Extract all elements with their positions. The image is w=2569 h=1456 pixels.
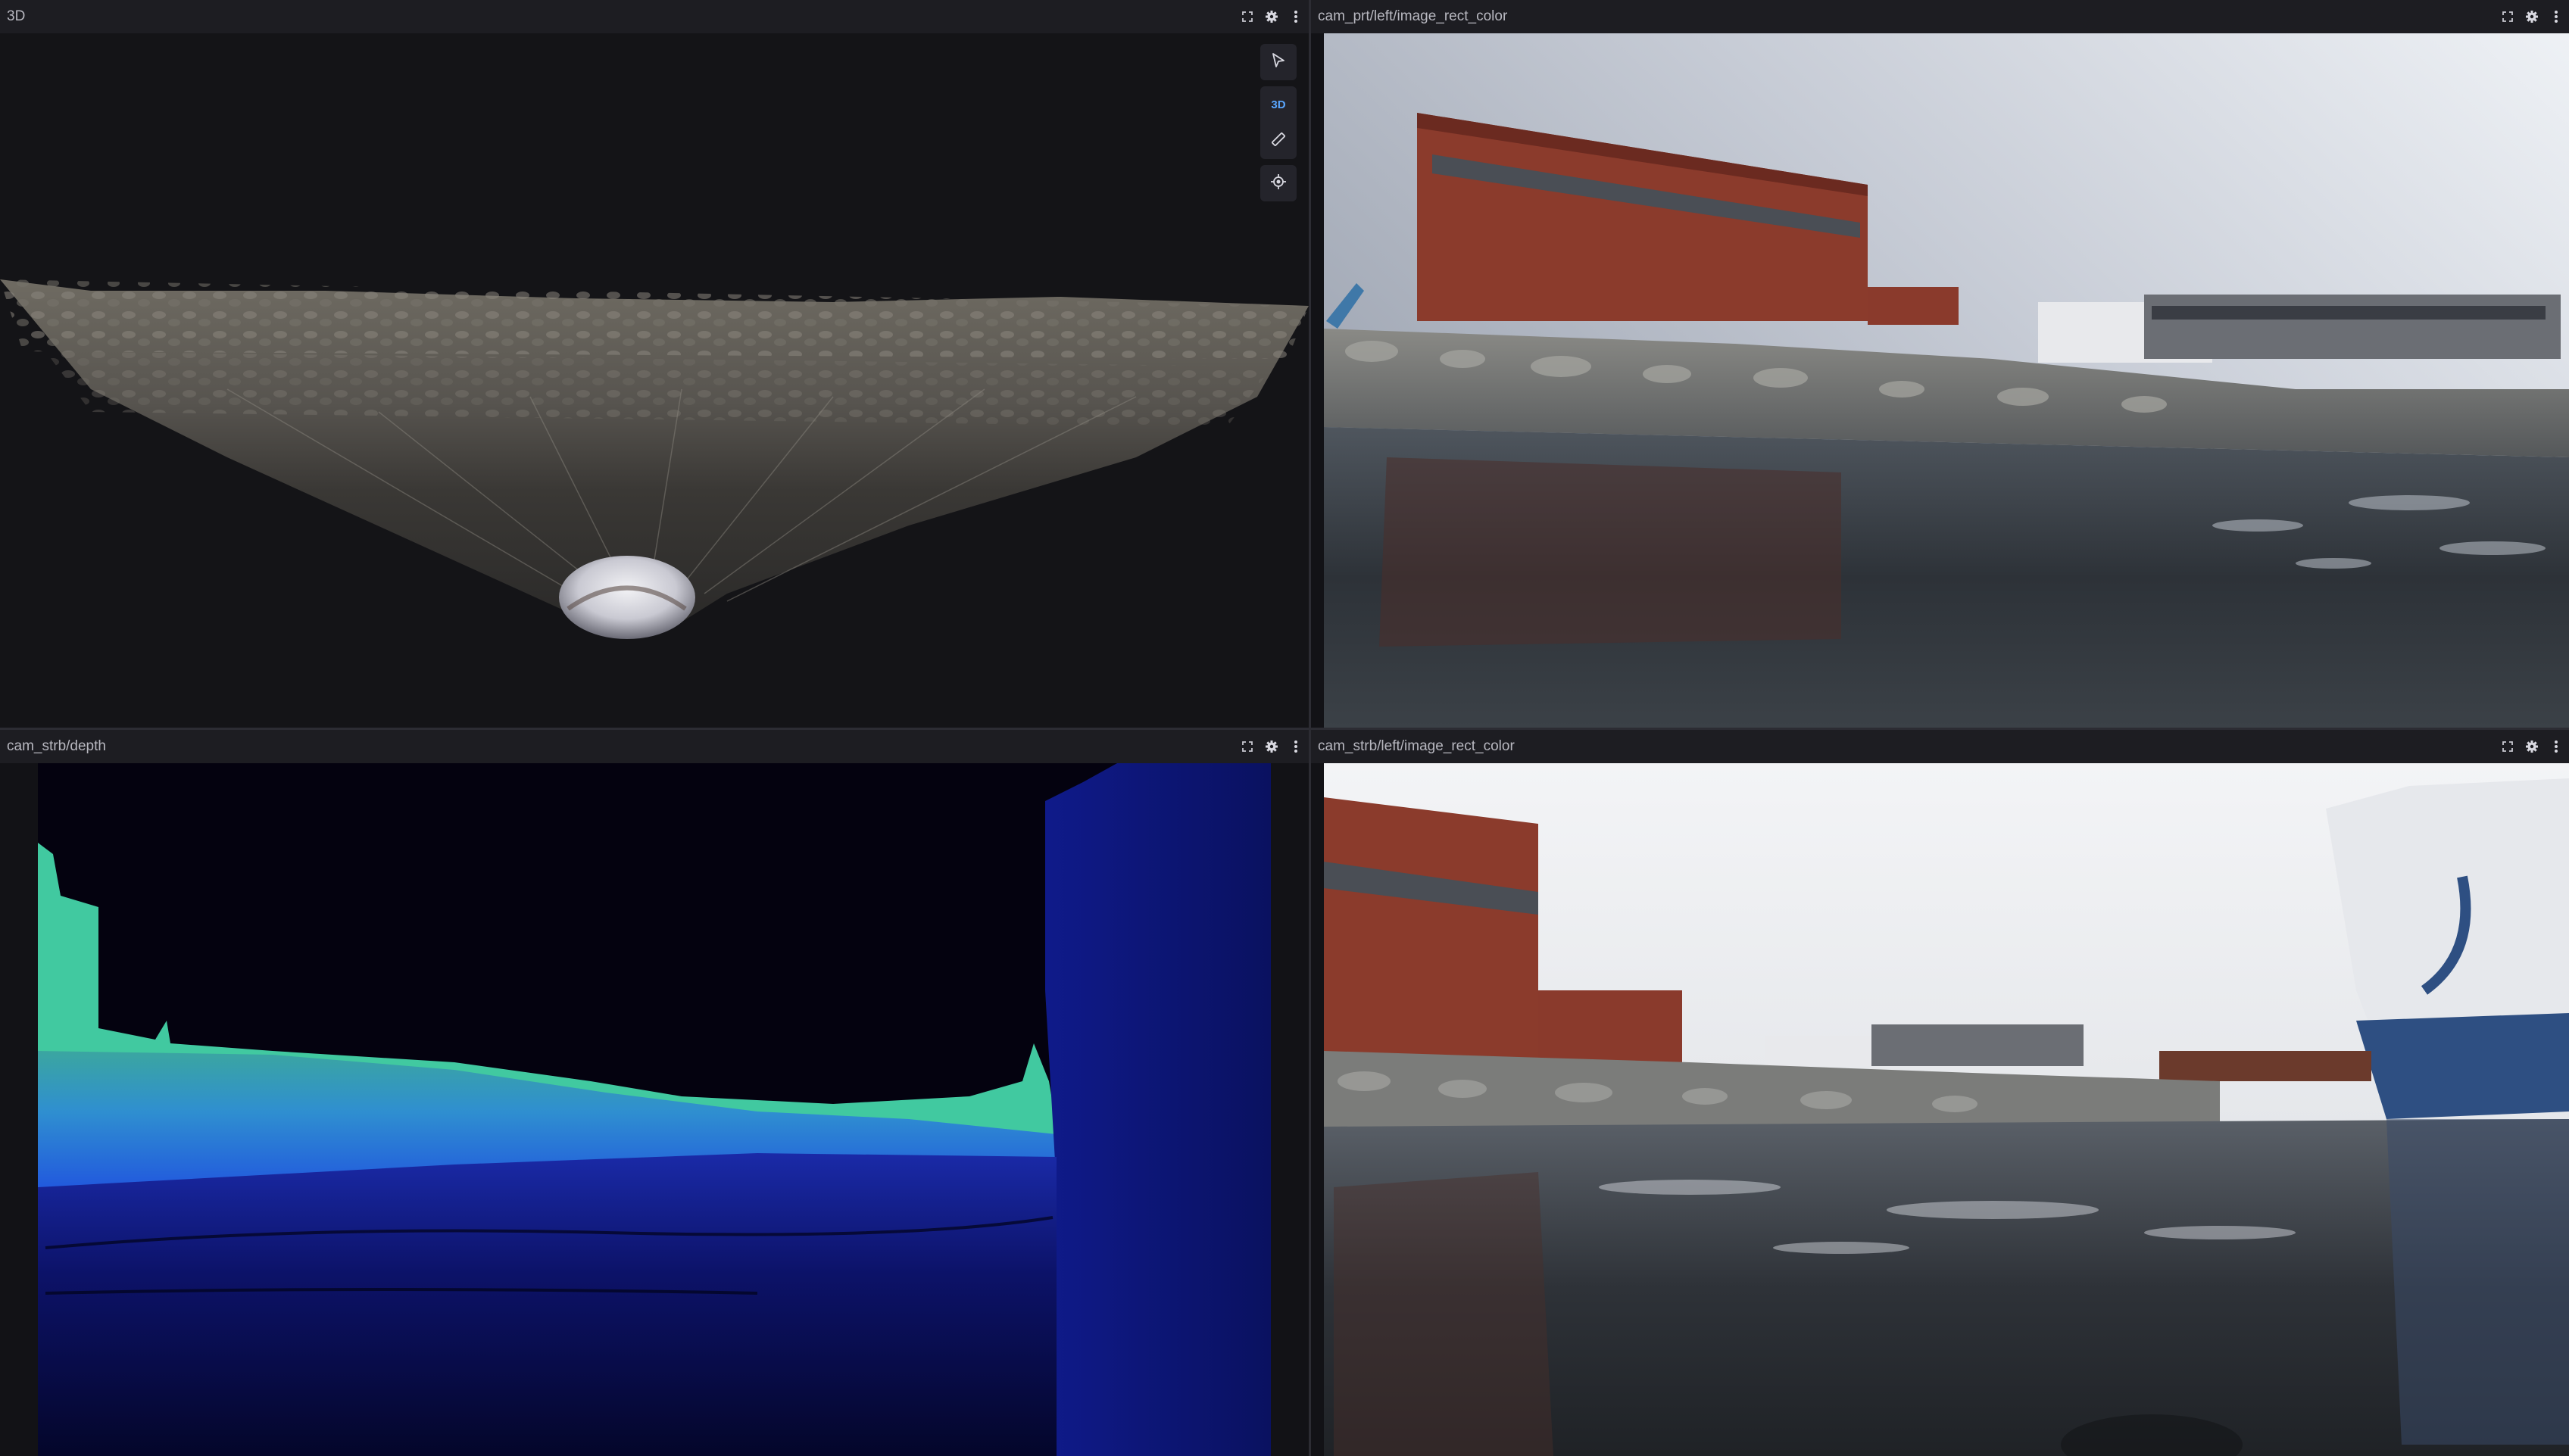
- panel-title: 3D: [7, 8, 26, 24]
- depth-image: [0, 763, 1309, 1456]
- select-tool-button[interactable]: [1260, 44, 1297, 80]
- expand-icon[interactable]: [2499, 738, 2516, 755]
- point-cloud-view: [0, 33, 1309, 728]
- panel-header: 3D: [0, 0, 1309, 33]
- panel-header: cam_strb/depth: [0, 730, 1309, 763]
- depth-image-view[interactable]: [0, 763, 1309, 1456]
- 3d-mode-toggle[interactable]: 3D: [1260, 86, 1297, 123]
- horizontal-divider[interactable]: [0, 728, 2569, 730]
- panel-3d: 3D 3D: [0, 0, 1309, 728]
- camera-image-view[interactable]: [1311, 763, 2569, 1456]
- more-vertical-icon[interactable]: [1288, 738, 1304, 755]
- expand-icon[interactable]: [2499, 8, 2516, 25]
- 3d-viewport[interactable]: 3D: [0, 33, 1309, 728]
- gear-icon[interactable]: [1263, 8, 1280, 25]
- more-vertical-icon[interactable]: [1288, 8, 1304, 25]
- gear-icon[interactable]: [1263, 738, 1280, 755]
- ruler-icon: [1270, 131, 1287, 151]
- measure-tool-button[interactable]: [1260, 123, 1297, 159]
- camera-image-view[interactable]: [1311, 33, 2569, 728]
- gear-icon[interactable]: [2524, 8, 2540, 25]
- locate-button[interactable]: [1260, 165, 1297, 201]
- panel-header: cam_prt/left/image_rect_color: [1311, 0, 2569, 33]
- panel-cam-strb: cam_strb/left/image_rect_color: [1311, 730, 2569, 1456]
- panel-title: cam_strb/depth: [7, 738, 106, 754]
- panel-title: cam_strb/left/image_rect_color: [1318, 738, 1515, 754]
- 3d-toolbar: 3D: [1260, 44, 1297, 201]
- more-vertical-icon[interactable]: [2548, 738, 2564, 755]
- panel-title: cam_prt/left/image_rect_color: [1318, 8, 1508, 24]
- crosshair-icon: [1270, 173, 1287, 194]
- expand-icon[interactable]: [1239, 8, 1256, 25]
- more-vertical-icon[interactable]: [2548, 8, 2564, 25]
- expand-icon[interactable]: [1239, 738, 1256, 755]
- view-tools-group: 3D: [1260, 86, 1297, 159]
- cursor-icon: [1270, 52, 1287, 73]
- gear-icon[interactable]: [2524, 738, 2540, 755]
- panel-cam-prt: cam_prt/left/image_rect_color: [1311, 0, 2569, 728]
- panel-header: cam_strb/left/image_rect_color: [1311, 730, 2569, 763]
- camera-image: [1311, 33, 2569, 728]
- camera-image: [1311, 763, 2569, 1456]
- panel-depth: cam_strb/depth: [0, 730, 1309, 1456]
